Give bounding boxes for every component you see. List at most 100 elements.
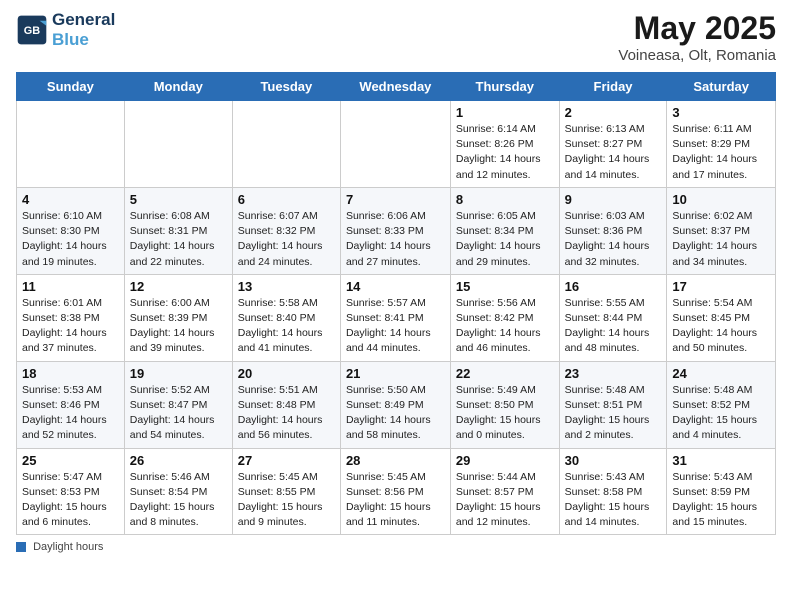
day-cell: 7 Sunrise: 6:06 AM Sunset: 8:33 PM Daylig… (340, 187, 450, 274)
day-cell (17, 101, 125, 188)
calendar-subtitle: Voineasa, Olt, Romania (618, 47, 776, 64)
day-info: Sunrise: 5:51 AM Sunset: 8:48 PM Dayligh… (238, 383, 335, 444)
day-number: 7 (346, 192, 445, 207)
day-cell: 23 Sunrise: 5:48 AM Sunset: 8:51 PM Dayli… (559, 361, 667, 448)
day-info: Sunrise: 5:46 AM Sunset: 8:54 PM Dayligh… (130, 470, 227, 531)
legend: Daylight hours (16, 541, 776, 553)
day-cell: 1Sunrise: 6:14 AM Sunset: 8:26 PM Daylig… (450, 101, 559, 188)
day-info: Sunrise: 5:45 AM Sunset: 8:56 PM Dayligh… (346, 470, 445, 531)
day-info: Sunrise: 6:10 AM Sunset: 8:30 PM Dayligh… (22, 209, 119, 270)
day-number: 3 (672, 105, 770, 120)
logo-icon: GB (16, 14, 48, 46)
day-cell: 13 Sunrise: 5:58 AM Sunset: 8:40 PM Dayli… (232, 274, 340, 361)
day-cell: 12 Sunrise: 6:00 AM Sunset: 8:39 PM Dayli… (124, 274, 232, 361)
calendar-title: May 2025 (618, 10, 776, 47)
day-number: 21 (346, 366, 445, 381)
day-number: 10 (672, 192, 770, 207)
day-number: 22 (456, 366, 554, 381)
day-cell: 10 Sunrise: 6:02 AM Sunset: 8:37 PM Dayli… (667, 187, 776, 274)
day-info: Sunrise: 5:47 AM Sunset: 8:53 PM Dayligh… (22, 470, 119, 531)
day-cell: 6Sunrise: 6:07 AM Sunset: 8:32 PM Daylig… (232, 187, 340, 274)
day-info: Sunrise: 6:00 AM Sunset: 8:39 PM Dayligh… (130, 296, 227, 357)
day-number: 27 (238, 453, 335, 468)
day-cell: 18Sunrise: 5:53 AM Sunset: 8:46 PM Dayli… (17, 361, 125, 448)
calendar-header: SundayMondayTuesdayWednesdayThursdayFrid… (17, 73, 776, 101)
day-cell: 24Sunrise: 5:48 AM Sunset: 8:52 PM Dayli… (667, 361, 776, 448)
day-number: 20 (238, 366, 335, 381)
header-cell-tuesday: Tuesday (232, 73, 340, 101)
day-info: Sunrise: 6:03 AM Sunset: 8:36 PM Dayligh… (565, 209, 662, 270)
day-cell: 30Sunrise: 5:43 AM Sunset: 8:58 PM Dayli… (559, 448, 667, 535)
day-info: Sunrise: 5:56 AM Sunset: 8:42 PM Dayligh… (456, 296, 554, 357)
day-cell: 11 Sunrise: 6:01 AM Sunset: 8:38 PM Dayli… (17, 274, 125, 361)
day-number: 30 (565, 453, 662, 468)
header-cell-thursday: Thursday (450, 73, 559, 101)
day-info: Sunrise: 5:55 AM Sunset: 8:44 PM Dayligh… (565, 296, 662, 357)
day-number: 11 (22, 279, 119, 294)
day-info: Sunrise: 6:07 AM Sunset: 8:32 PM Dayligh… (238, 209, 335, 270)
page: GB General Blue May 2025 Voineasa, Olt, … (0, 0, 792, 612)
week-row-5: 25Sunrise: 5:47 AM Sunset: 8:53 PM Dayli… (17, 448, 776, 535)
legend-text: Daylight hours (33, 541, 103, 553)
day-cell: 27 Sunrise: 5:45 AM Sunset: 8:55 PM Dayli… (232, 448, 340, 535)
day-cell: 29 Sunrise: 5:44 AM Sunset: 8:57 PM Dayli… (450, 448, 559, 535)
legend-dot (16, 542, 26, 552)
day-info: Sunrise: 5:49 AM Sunset: 8:50 PM Dayligh… (456, 383, 554, 444)
day-info: Sunrise: 5:44 AM Sunset: 8:57 PM Dayligh… (456, 470, 554, 531)
day-number: 17 (672, 279, 770, 294)
day-info: Sunrise: 5:48 AM Sunset: 8:51 PM Dayligh… (565, 383, 662, 444)
week-row-3: 11 Sunrise: 6:01 AM Sunset: 8:38 PM Dayli… (17, 274, 776, 361)
day-cell: 22 Sunrise: 5:49 AM Sunset: 8:50 PM Dayli… (450, 361, 559, 448)
day-info: Sunrise: 5:58 AM Sunset: 8:40 PM Dayligh… (238, 296, 335, 357)
day-number: 4 (22, 192, 119, 207)
day-cell: 5 Sunrise: 6:08 AM Sunset: 8:31 PM Daylig… (124, 187, 232, 274)
day-info: Sunrise: 6:06 AM Sunset: 8:33 PM Dayligh… (346, 209, 445, 270)
day-cell: 9 Sunrise: 6:03 AM Sunset: 8:36 PM Daylig… (559, 187, 667, 274)
day-number: 29 (456, 453, 554, 468)
day-cell: 21Sunrise: 5:50 AM Sunset: 8:49 PM Dayli… (340, 361, 450, 448)
day-cell: 19 Sunrise: 5:52 AM Sunset: 8:47 PM Dayli… (124, 361, 232, 448)
day-number: 19 (130, 366, 227, 381)
day-cell (232, 101, 340, 188)
day-cell: 28 Sunrise: 5:45 AM Sunset: 8:56 PM Dayli… (340, 448, 450, 535)
header-cell-wednesday: Wednesday (340, 73, 450, 101)
day-info: Sunrise: 6:08 AM Sunset: 8:31 PM Dayligh… (130, 209, 227, 270)
day-info: Sunrise: 6:01 AM Sunset: 8:38 PM Dayligh… (22, 296, 119, 357)
day-number: 15 (456, 279, 554, 294)
day-number: 28 (346, 453, 445, 468)
day-cell: 2Sunrise: 6:13 AM Sunset: 8:27 PM Daylig… (559, 101, 667, 188)
week-row-2: 4 Sunrise: 6:10 AM Sunset: 8:30 PM Daylig… (17, 187, 776, 274)
day-number: 16 (565, 279, 662, 294)
header: GB General Blue May 2025 Voineasa, Olt, … (16, 10, 776, 64)
day-cell: 17 Sunrise: 5:54 AM Sunset: 8:45 PM Dayli… (667, 274, 776, 361)
header-row: SundayMondayTuesdayWednesdayThursdayFrid… (17, 73, 776, 101)
logo-text: General Blue (52, 10, 115, 49)
day-number: 23 (565, 366, 662, 381)
calendar-table: SundayMondayTuesdayWednesdayThursdayFrid… (16, 72, 776, 535)
day-info: Sunrise: 5:48 AM Sunset: 8:52 PM Dayligh… (672, 383, 770, 444)
day-number: 5 (130, 192, 227, 207)
svg-text:GB: GB (24, 25, 41, 37)
day-cell: 14Sunrise: 5:57 AM Sunset: 8:41 PM Dayli… (340, 274, 450, 361)
header-cell-sunday: Sunday (17, 73, 125, 101)
day-info: Sunrise: 6:11 AM Sunset: 8:29 PM Dayligh… (672, 122, 770, 183)
calendar-body: 1Sunrise: 6:14 AM Sunset: 8:26 PM Daylig… (17, 101, 776, 535)
title-block: May 2025 Voineasa, Olt, Romania (618, 10, 776, 64)
day-number: 9 (565, 192, 662, 207)
day-info: Sunrise: 6:02 AM Sunset: 8:37 PM Dayligh… (672, 209, 770, 270)
day-number: 14 (346, 279, 445, 294)
header-cell-friday: Friday (559, 73, 667, 101)
day-cell: 26 Sunrise: 5:46 AM Sunset: 8:54 PM Dayli… (124, 448, 232, 535)
day-number: 26 (130, 453, 227, 468)
day-info: Sunrise: 6:14 AM Sunset: 8:26 PM Dayligh… (456, 122, 554, 183)
week-row-1: 1Sunrise: 6:14 AM Sunset: 8:26 PM Daylig… (17, 101, 776, 188)
day-cell: 20 Sunrise: 5:51 AM Sunset: 8:48 PM Dayli… (232, 361, 340, 448)
day-info: Sunrise: 5:45 AM Sunset: 8:55 PM Dayligh… (238, 470, 335, 531)
day-cell (124, 101, 232, 188)
day-number: 13 (238, 279, 335, 294)
day-info: Sunrise: 5:52 AM Sunset: 8:47 PM Dayligh… (130, 383, 227, 444)
day-number: 18 (22, 366, 119, 381)
day-info: Sunrise: 5:54 AM Sunset: 8:45 PM Dayligh… (672, 296, 770, 357)
day-number: 12 (130, 279, 227, 294)
day-cell: 8Sunrise: 6:05 AM Sunset: 8:34 PM Daylig… (450, 187, 559, 274)
